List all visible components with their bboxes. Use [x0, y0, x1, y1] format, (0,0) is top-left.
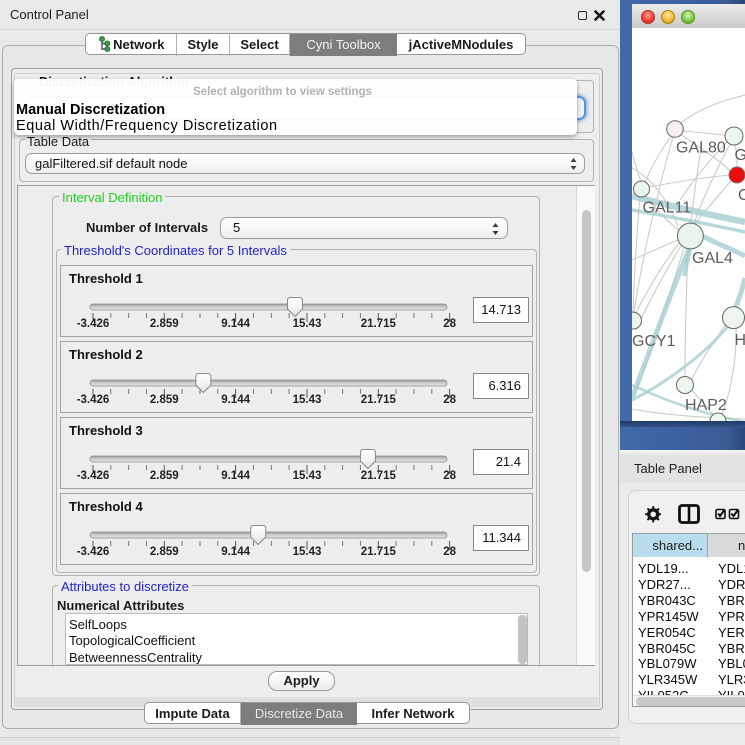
svg-text:H: H — [735, 332, 745, 349]
svg-text:GAL4: GAL4 — [692, 250, 733, 267]
svg-text:GAL80: GAL80 — [676, 140, 726, 157]
svg-text:HAP2: HAP2 — [685, 397, 727, 414]
svg-text:C.: C. — [738, 187, 745, 204]
svg-text:GCY1: GCY1 — [632, 333, 676, 350]
svg-text:G.: G. — [735, 147, 745, 164]
svg-text:GAL11: GAL11 — [643, 200, 692, 217]
